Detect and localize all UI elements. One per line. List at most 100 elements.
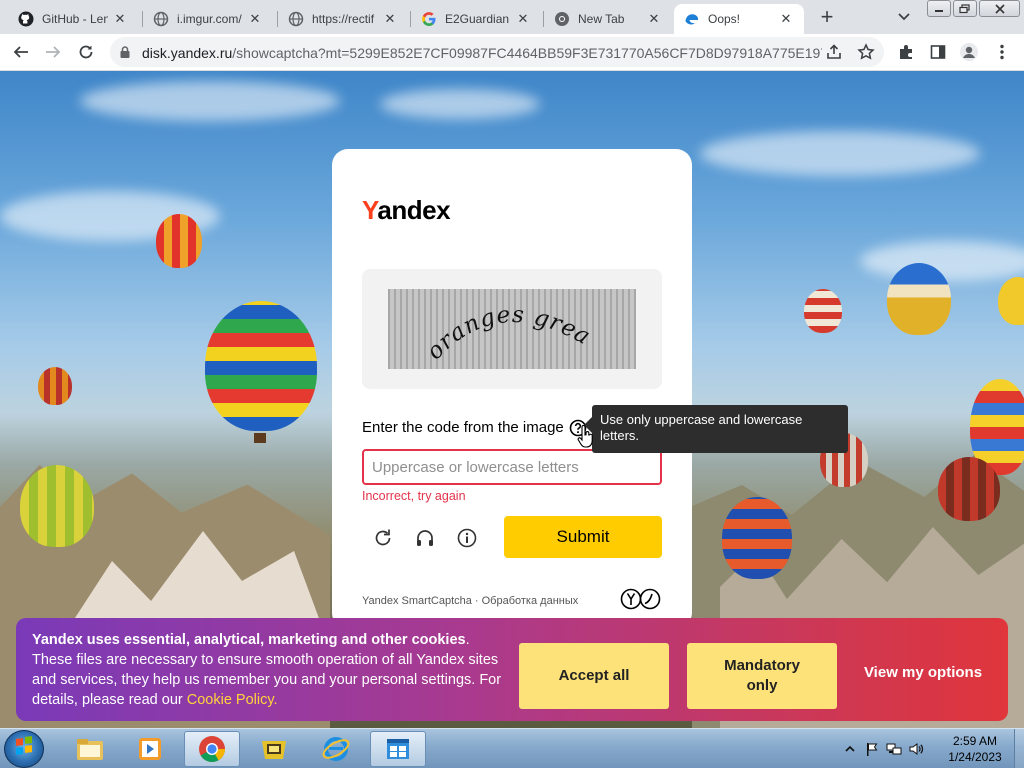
action-center-flag-icon[interactable] [864, 741, 880, 757]
yandex-logo-rest: andex [377, 195, 451, 225]
hot-air-balloon [20, 465, 94, 547]
hot-air-balloon [938, 457, 1000, 521]
error-message: Incorrect, try again [362, 489, 466, 503]
menu-kebab-icon[interactable] [992, 42, 1012, 62]
url-text: disk.yandex.ru/showcaptcha?mt=5299E852E7… [142, 45, 822, 61]
cookie-consent-banner: Yandex uses essential, analytical, marke… [16, 618, 1008, 721]
browser-toolbar: disk.yandex.ru/showcaptcha?mt=5299E852E7… [0, 34, 1024, 71]
network-icon[interactable] [886, 741, 902, 757]
bookmark-star-icon[interactable] [856, 42, 876, 62]
tab-title: E2Guardian - [445, 12, 511, 26]
hot-air-balloon [205, 301, 317, 431]
hot-air-balloon [722, 497, 792, 579]
captcha-card: Yandex oranges great Enter the code from… [332, 149, 692, 629]
tab-new-tab[interactable]: New Tab ✕ [544, 4, 672, 34]
cloud [700, 131, 980, 176]
smartcaptcha-logo-icon [620, 588, 664, 610]
globe-icon [153, 11, 169, 27]
edge-icon [684, 11, 700, 27]
hot-air-balloon [998, 277, 1024, 325]
tab-title: i.imgur.com/ [177, 12, 242, 26]
cookie-text-bold: Yandex uses essential, analytical, marke… [32, 632, 466, 648]
mandatory-only-button[interactable]: Mandatory only [687, 643, 837, 709]
cloud [80, 81, 340, 121]
media-player-icon[interactable] [122, 731, 178, 767]
start-button-icon[interactable] [4, 730, 44, 768]
accept-all-button[interactable]: Accept all [519, 643, 669, 709]
hand-cursor-icon [577, 425, 595, 449]
cookie-policy-link[interactable]: Cookie Policy [187, 692, 274, 708]
show-hidden-icons-icon[interactable] [842, 741, 858, 757]
system-tray [842, 739, 930, 759]
hot-air-balloon [887, 263, 951, 335]
restore-icon[interactable] [953, 0, 977, 17]
system-clock[interactable]: 2:59 AM 1/24/2023 [940, 733, 1010, 765]
tab-title: New Tab [578, 12, 625, 26]
tab-search-icon[interactable] [893, 8, 915, 26]
tab-imgur[interactable]: i.imgur.com/ ✕ [143, 4, 273, 34]
close-tab-icon[interactable]: ✕ [646, 11, 662, 27]
tab-strip: GitHub - Len ✕ i.imgur.com/ ✕ https://re… [0, 0, 1024, 34]
google-icon [421, 11, 437, 27]
tab-rectif[interactable]: https://rectif ✕ [278, 4, 408, 34]
cookie-text: Yandex uses essential, analytical, marke… [32, 630, 502, 710]
close-tab-icon[interactable]: ✕ [778, 11, 794, 27]
ie-icon[interactable] [308, 731, 364, 767]
hot-air-balloon [38, 367, 72, 405]
hot-air-balloon [804, 289, 842, 333]
clock-time: 2:59 AM [952, 734, 998, 748]
audio-captcha-headphones-icon[interactable] [412, 525, 438, 551]
captcha-code-input[interactable] [362, 449, 662, 485]
smartcaptcha-footer[interactable]: Yandex SmartCaptcha · Обработка данных [362, 595, 578, 607]
side-panel-icon[interactable] [928, 42, 948, 62]
tab-title: Oops! [708, 12, 741, 26]
minimize-icon[interactable] [927, 0, 951, 17]
forward-icon[interactable] [43, 42, 63, 62]
hot-air-balloon [156, 214, 202, 268]
close-tab-icon[interactable]: ✕ [247, 11, 263, 27]
yandex-logo-y: Y [362, 195, 378, 225]
window-controls [927, 0, 1024, 18]
windows-taskbar: 2:59 AM 1/24/2023 [0, 728, 1024, 768]
help-tooltip: Use only uppercase and lowercase letters… [584, 405, 848, 453]
tab-title: GitHub - Len [42, 12, 108, 26]
info-icon[interactable] [454, 525, 480, 551]
balloon-basket [254, 433, 266, 443]
share-icon[interactable] [824, 42, 844, 62]
url-path: /showcaptcha?mt=5299E852E7CF09987FC4464B… [232, 45, 822, 61]
github-icon [18, 11, 34, 27]
reload-icon[interactable] [76, 42, 96, 62]
refresh-captcha-icon[interactable] [370, 525, 396, 551]
extensions-icon[interactable] [896, 42, 916, 62]
close-window-icon[interactable] [979, 0, 1020, 17]
clock-date: 1/24/2023 [948, 750, 1002, 764]
tab-github[interactable]: GitHub - Len ✕ [8, 4, 138, 34]
profile-avatar-icon[interactable] [959, 42, 979, 62]
captcha-image: oranges great [388, 289, 636, 369]
address-bar[interactable]: disk.yandex.ru/showcaptcha?mt=5299E852E7… [110, 37, 884, 67]
submit-button[interactable]: Submit [504, 516, 662, 558]
chrome-icon[interactable] [184, 731, 240, 767]
volume-icon[interactable] [908, 741, 924, 757]
view-my-options-button[interactable]: View my options [848, 664, 998, 681]
page-background: Yandex oranges great Enter the code from… [0, 71, 1024, 728]
close-tab-icon[interactable]: ✕ [515, 11, 531, 27]
show-desktop-button[interactable] [1014, 729, 1024, 768]
yandex-logo: Yandex [362, 195, 451, 226]
lock-icon[interactable] [118, 45, 132, 59]
cookie-text-end: . [273, 692, 278, 708]
back-icon[interactable] [11, 42, 31, 62]
cloud [380, 89, 540, 119]
explorer-icon[interactable] [62, 731, 118, 767]
tab-e2guardian[interactable]: E2Guardian - ✕ [411, 4, 541, 34]
close-tab-icon[interactable]: ✕ [112, 11, 128, 27]
captcha-image-frame: oranges great [362, 269, 662, 389]
tab-oops[interactable]: Oops! ✕ [674, 4, 804, 34]
game-icon[interactable] [246, 731, 302, 767]
new-tab-button[interactable]: + [814, 6, 840, 30]
window-icon[interactable] [370, 731, 426, 767]
globe-icon [288, 11, 304, 27]
tab-title: https://rectif [312, 12, 375, 26]
close-tab-icon[interactable]: ✕ [382, 11, 398, 27]
url-host: disk.yandex.ru [142, 45, 233, 61]
